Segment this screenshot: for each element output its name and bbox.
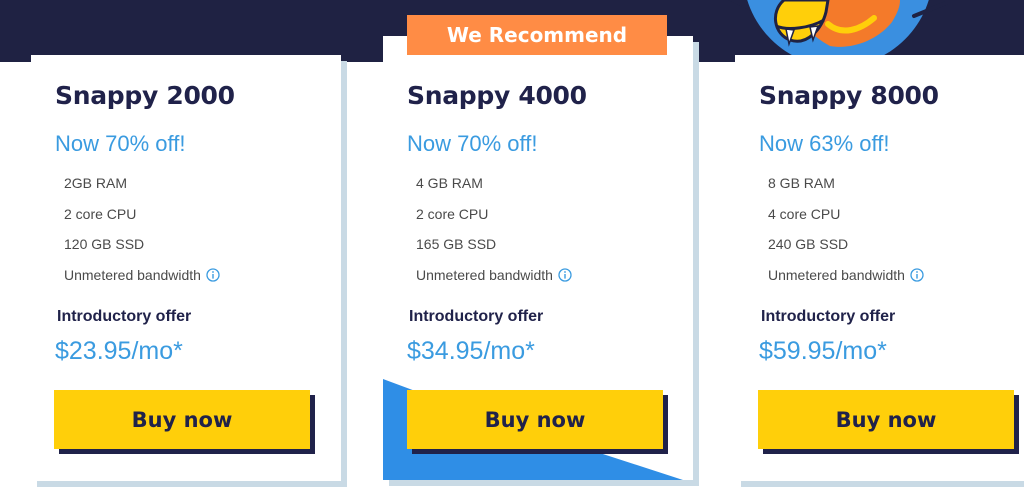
price: $34.95/mo* [407, 337, 535, 365]
feature-ram: 2GB RAM [64, 174, 220, 205]
feature-storage: 240 GB SSD [768, 235, 924, 266]
discount-text: Now 70% off! [407, 131, 538, 156]
plan-name: Snappy 4000 [407, 81, 587, 110]
offer-label: Introductory offer [761, 308, 896, 325]
feature-storage: 165 GB SSD [416, 235, 572, 266]
feature-label: 2 core CPU [416, 205, 489, 222]
recommended-badge: We Recommend [407, 15, 667, 55]
price: $23.95/mo* [55, 337, 183, 365]
discount-text: Now 63% off! [759, 131, 890, 156]
buy-now-button[interactable]: Buy now [407, 390, 663, 449]
price: $59.95/mo* [759, 337, 887, 365]
plan-card-snappy-2000: Snappy 2000 Now 70% off! 2GB RAM 2 core … [31, 55, 341, 481]
feature-ram: 4 GB RAM [416, 174, 572, 205]
plan-card-snappy-4000: Snappy 4000 Now 70% off! 4 GB RAM 2 core… [383, 36, 693, 480]
offer-label: Introductory offer [409, 308, 544, 325]
info-icon[interactable] [206, 267, 220, 282]
feature-bandwidth: Unmetered bandwidth [64, 266, 220, 297]
feature-list: 4 GB RAM 2 core CPU 165 GB SSD Unmetered… [416, 174, 572, 296]
feature-label: 4 core CPU [768, 205, 841, 222]
discount-text: Now 70% off! [55, 131, 186, 156]
feature-label: 240 GB SSD [768, 236, 849, 252]
buy-now-button[interactable]: Buy now [758, 390, 1014, 449]
feature-ram: 8 GB RAM [768, 174, 924, 205]
snake-mascot-icon [728, 0, 1024, 58]
feature-list: 8 GB RAM 4 core CPU 240 GB SSD Unmetered… [768, 174, 924, 296]
feature-label: 2 core CPU [64, 205, 137, 222]
feature-label: Unmetered bandwidth [416, 266, 553, 283]
feature-bandwidth: Unmetered bandwidth [416, 266, 572, 297]
feature-cpu: 4 core CPU [768, 205, 924, 236]
plan-name: Snappy 2000 [55, 81, 235, 110]
info-icon[interactable] [910, 267, 924, 282]
feature-cpu: 2 core CPU [64, 205, 220, 236]
feature-label: 4 GB RAM [416, 175, 483, 191]
feature-bandwidth: Unmetered bandwidth [768, 266, 924, 297]
feature-storage: 120 GB SSD [64, 235, 220, 266]
plan-name: Snappy 8000 [759, 81, 939, 110]
buy-now-button[interactable]: Buy now [54, 390, 310, 449]
feature-label: 2GB RAM [64, 175, 128, 191]
feature-label: 165 GB SSD [416, 236, 497, 252]
feature-label: 120 GB SSD [64, 236, 145, 252]
feature-list: 2GB RAM 2 core CPU 120 GB SSD Unmetered … [64, 174, 220, 296]
offer-label: Introductory offer [57, 308, 192, 325]
feature-label: 8 GB RAM [768, 175, 835, 191]
feature-label: Unmetered bandwidth [768, 266, 905, 283]
info-icon[interactable] [558, 267, 572, 282]
feature-label: Unmetered bandwidth [64, 266, 201, 283]
feature-cpu: 2 core CPU [416, 205, 572, 236]
plan-card-snappy-8000: Snappy 8000 Now 63% off! 8 GB RAM 4 core… [735, 55, 1024, 481]
